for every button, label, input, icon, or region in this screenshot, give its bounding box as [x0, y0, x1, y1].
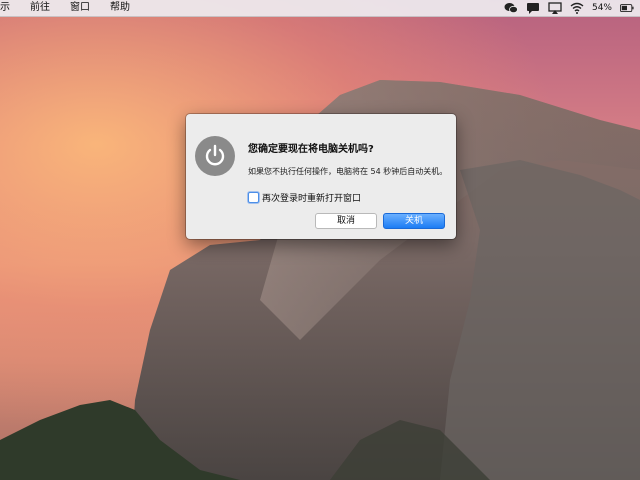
reopen-windows-label: 再次登录时重新打开窗口	[262, 194, 362, 204]
shutdown-button[interactable]: 关机	[383, 213, 445, 229]
dialog-title: 您确定要现在将电脑关机吗?	[248, 144, 374, 155]
menu-item-display[interactable]: 示	[0, 0, 20, 16]
menu-item-window[interactable]: 窗口	[60, 0, 100, 16]
menu-bar: 示 前往 窗口 帮助 54%	[0, 0, 640, 17]
airplay-icon[interactable]	[548, 2, 562, 14]
battery-percentage: 54%	[591, 3, 612, 13]
menu-item-go[interactable]: 前往	[20, 0, 60, 16]
reopen-windows-option[interactable]: 再次登录时重新打开窗口	[248, 191, 361, 204]
shutdown-dialog: 您确定要现在将电脑关机吗? 如果您不执行任何操作，电脑将在 54 秒钟后自动关机…	[186, 114, 456, 239]
message-icon[interactable]	[526, 2, 540, 14]
reopen-windows-checkbox[interactable]	[248, 192, 259, 203]
menu-item-help[interactable]: 帮助	[100, 0, 140, 16]
cancel-button[interactable]: 取消	[315, 213, 377, 229]
desktop-wallpaper	[0, 0, 640, 480]
wifi-icon[interactable]	[570, 2, 584, 14]
power-icon	[195, 136, 235, 176]
dialog-message: 如果您不执行任何操作，电脑将在 54 秒钟后自动关机。	[248, 167, 448, 176]
status-menus: 54%	[504, 0, 634, 16]
battery-icon[interactable]	[620, 2, 634, 14]
wechat-icon[interactable]	[504, 2, 518, 14]
wallpaper-mountain	[0, 80, 640, 480]
